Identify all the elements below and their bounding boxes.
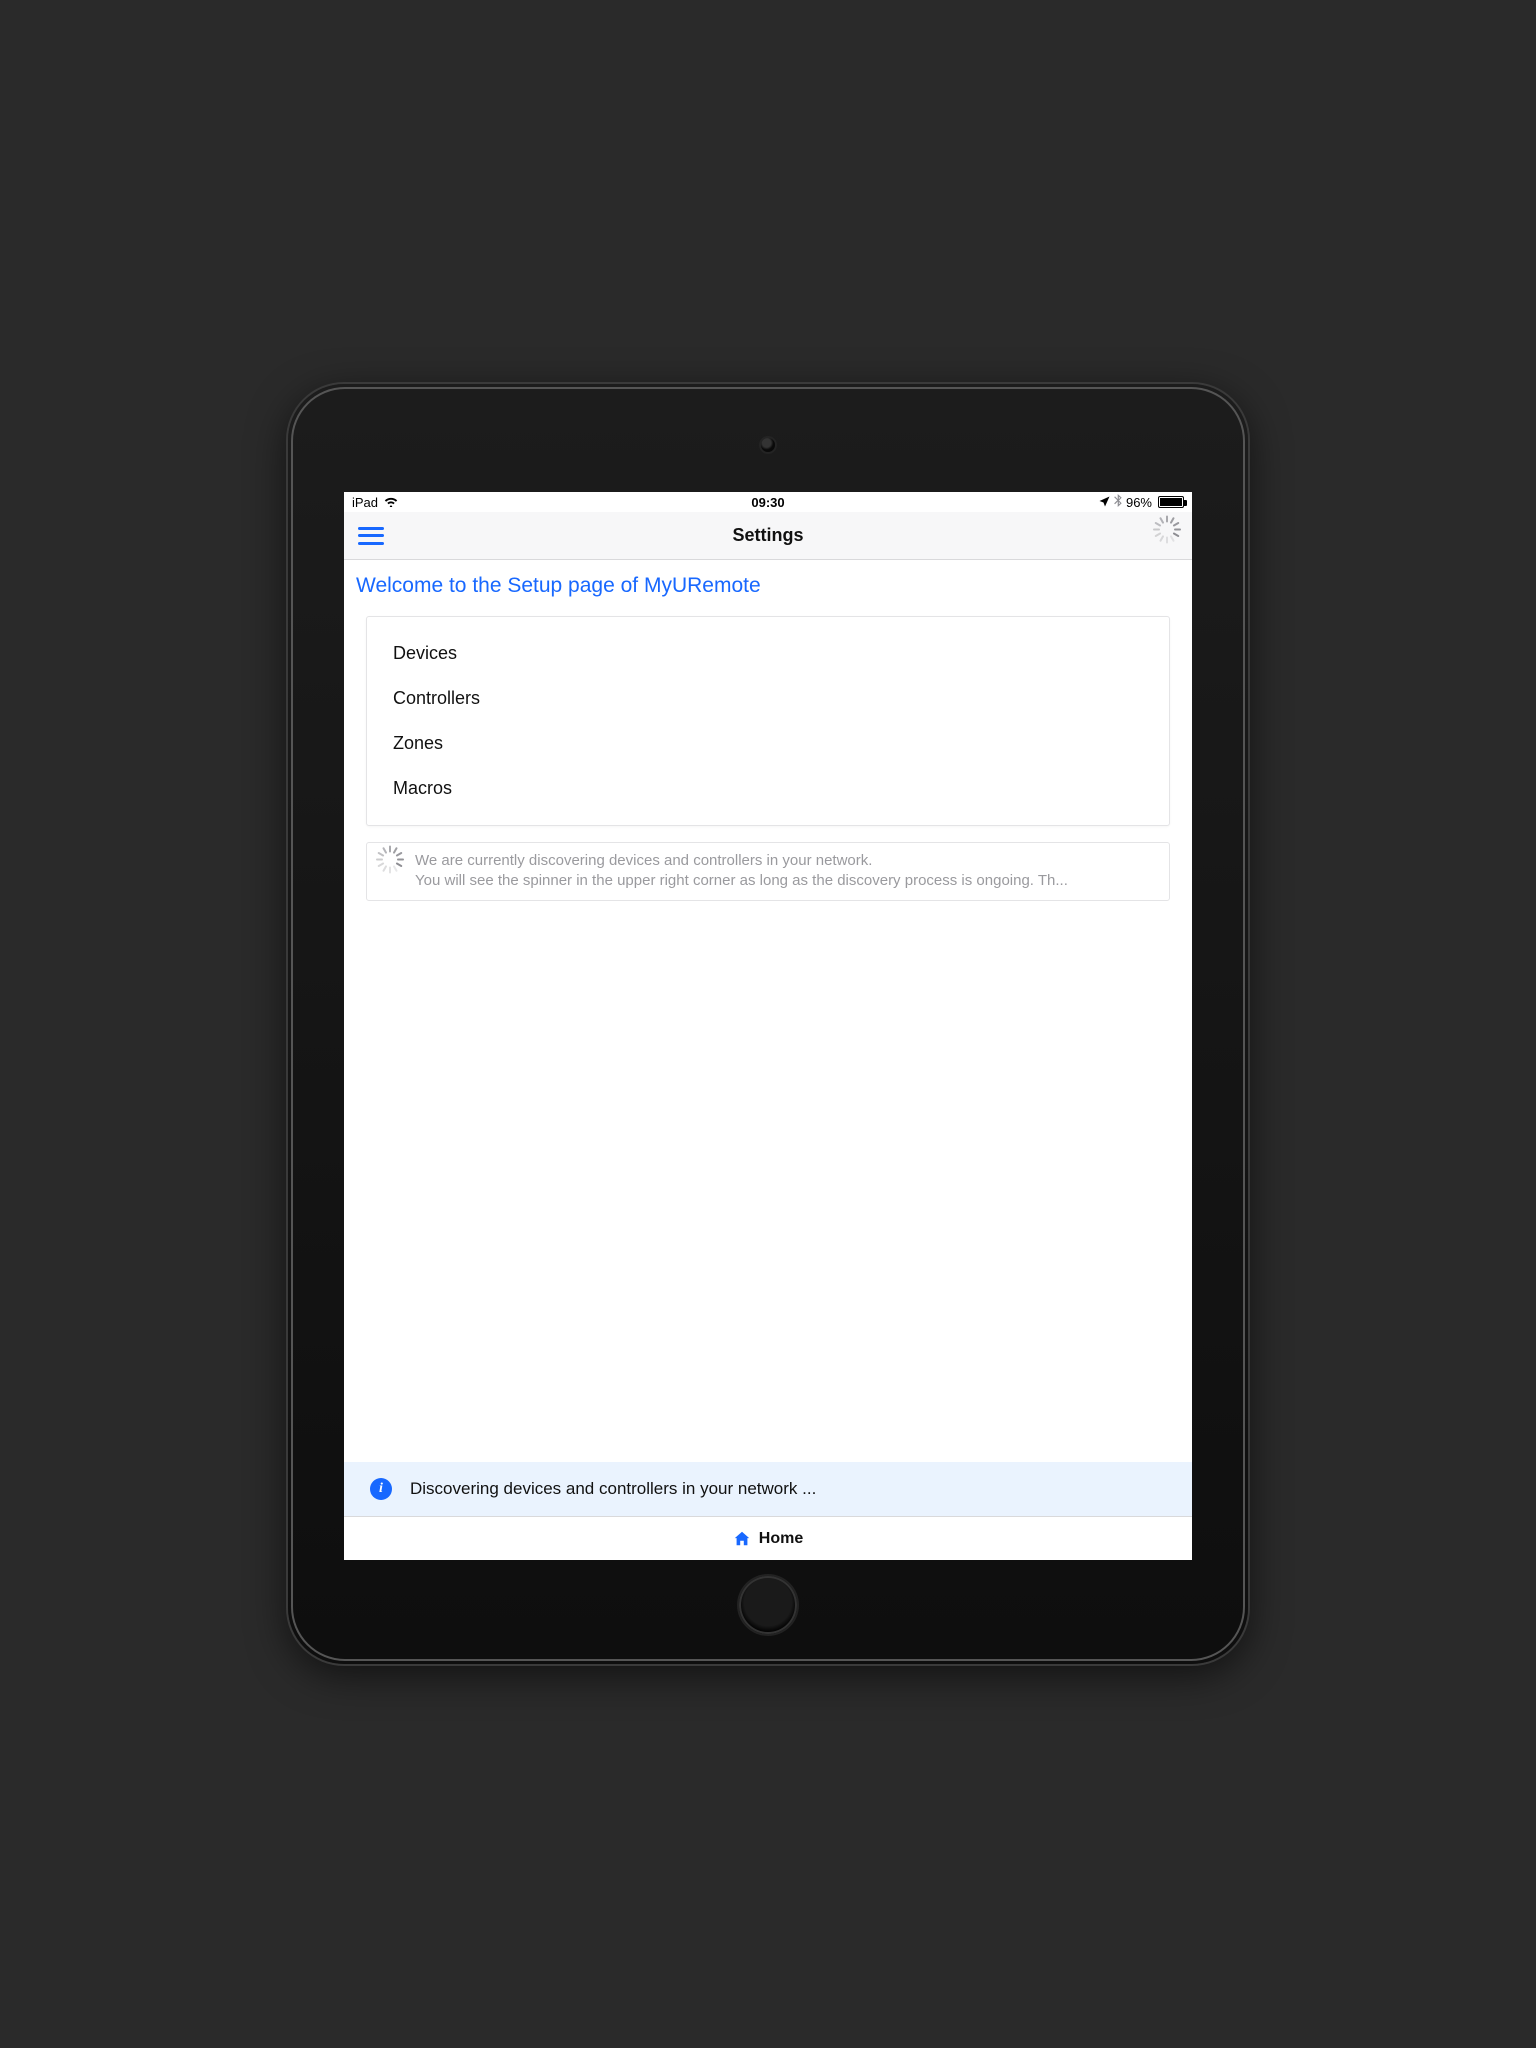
battery-icon: [1158, 496, 1184, 508]
info-icon: i: [370, 1478, 392, 1500]
menu-button[interactable]: [358, 527, 384, 545]
location-icon: [1099, 495, 1110, 510]
welcome-heading: Welcome to the Setup page of MyURemote: [344, 560, 1192, 616]
content-area: Welcome to the Setup page of MyURemote D…: [344, 560, 1192, 1462]
menu-item-controllers[interactable]: Controllers: [367, 676, 1169, 721]
home-icon[interactable]: [733, 1530, 751, 1548]
ipad-frame: iPad 09:30 96% Settings: [288, 384, 1248, 1664]
ipad-home-button[interactable]: [739, 1576, 797, 1634]
device-label: iPad: [352, 495, 378, 510]
menu-item-devices[interactable]: Devices: [367, 631, 1169, 676]
battery-percent: 96%: [1126, 495, 1152, 510]
discovery-toast: i Discovering devices and controllers in…: [344, 1462, 1192, 1516]
screen: iPad 09:30 96% Settings: [344, 492, 1192, 1560]
status-time: 09:30: [751, 495, 784, 510]
menu-item-macros[interactable]: Macros: [367, 766, 1169, 811]
loading-spinner-icon: [379, 855, 401, 877]
navbar: Settings: [344, 512, 1192, 560]
tab-bar: Home: [344, 1516, 1192, 1560]
discovery-info-line2: You will see the spinner in the upper ri…: [415, 871, 1157, 891]
discovery-info-card: We are currently discovering devices and…: [366, 842, 1170, 901]
ios-status-bar: iPad 09:30 96%: [344, 492, 1192, 512]
menu-item-zones[interactable]: Zones: [367, 721, 1169, 766]
navbar-title: Settings: [732, 525, 803, 546]
wifi-icon: [384, 495, 398, 510]
bluetooth-icon: [1114, 494, 1122, 510]
ipad-camera: [761, 438, 775, 452]
discovery-info-line1: We are currently discovering devices and…: [415, 851, 1157, 871]
toast-message: Discovering devices and controllers in y…: [410, 1479, 816, 1499]
setup-menu: Devices Controllers Zones Macros: [366, 616, 1170, 826]
loading-spinner-icon: [1156, 525, 1178, 547]
tab-home-label[interactable]: Home: [759, 1530, 803, 1548]
